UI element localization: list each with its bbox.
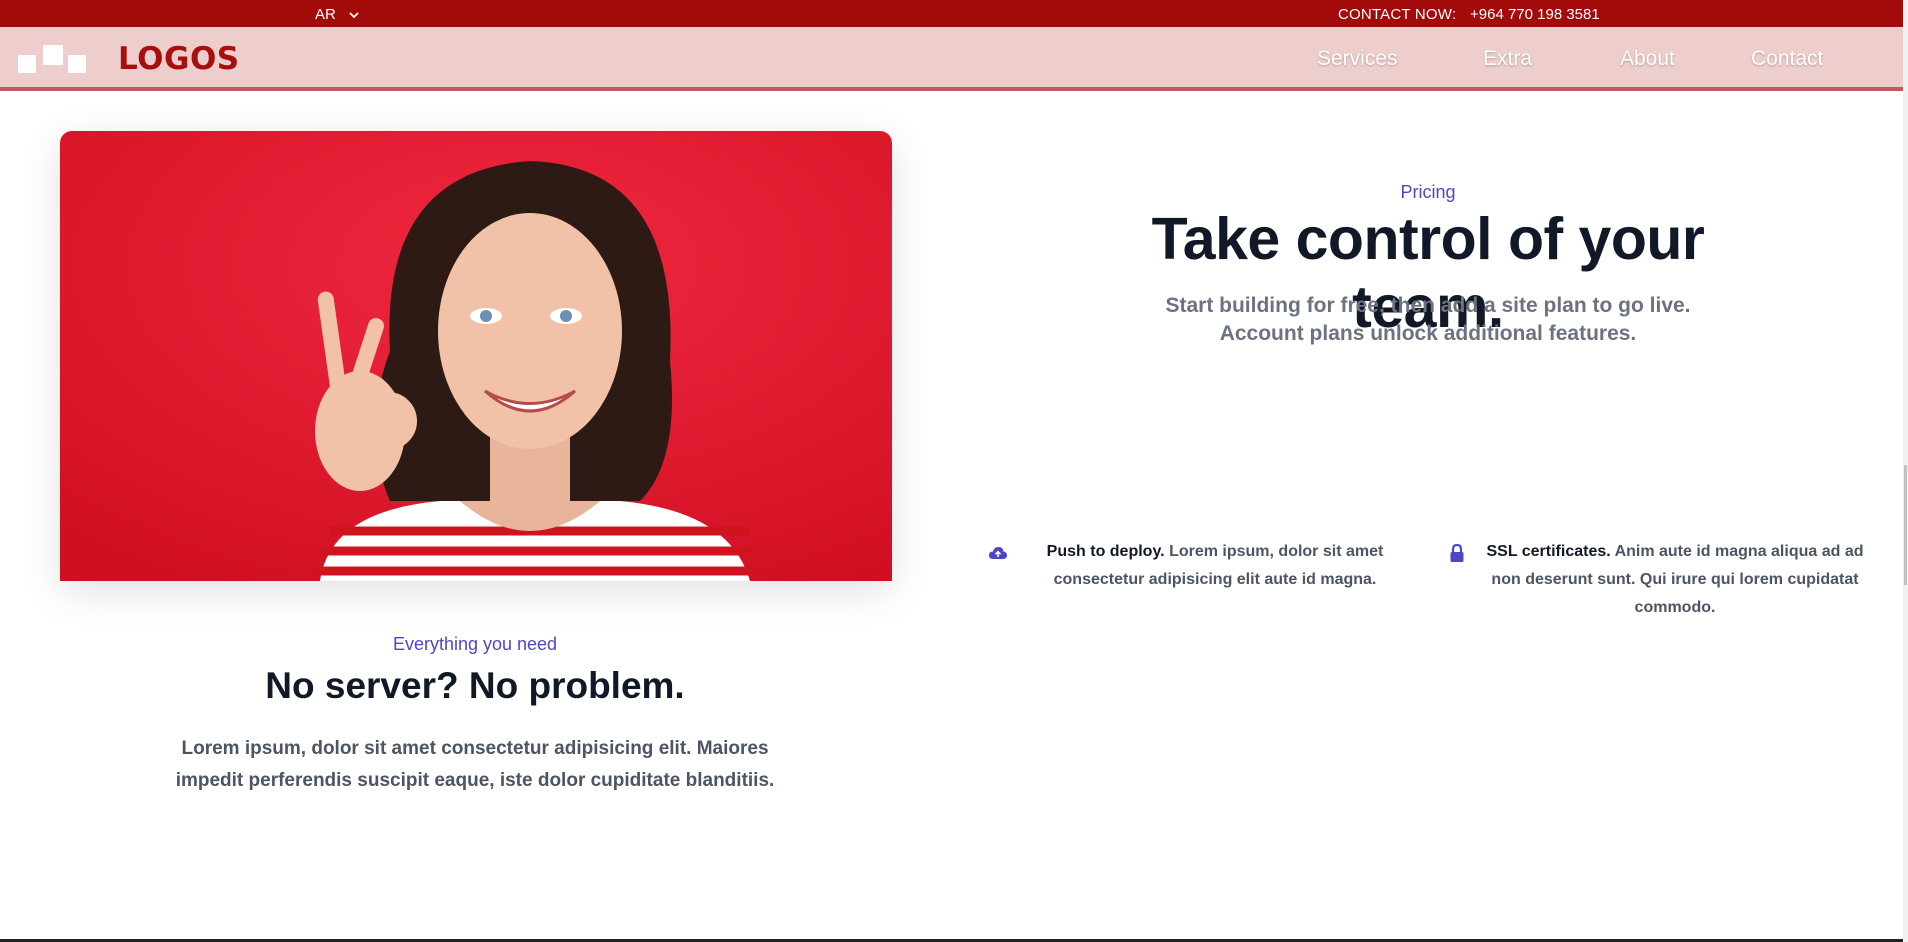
chevron-down-icon	[349, 11, 359, 18]
hero-image	[60, 131, 892, 581]
feature-push-to-deploy: Push to deploy. Lorem ipsum, dolor sit a…	[1030, 538, 1400, 594]
nav-extra[interactable]: Extra	[1483, 47, 1532, 71]
pricing-label: Pricing	[1400, 182, 1456, 202]
language-value: AR	[315, 6, 336, 23]
section-title: No server? No problem.	[265, 665, 685, 706]
site-header: LOGOS Services Extra About Contact	[0, 27, 1903, 91]
section-body: Lorem ipsum, dolor sit amet consectetur …	[175, 738, 775, 791]
pricing-subtitle-line1: Start building for free, then add a site…	[1165, 294, 1691, 317]
logo-mark-icon[interactable]	[18, 45, 90, 75]
contact-label: CONTACT NOW:	[1338, 6, 1457, 23]
contact-phone[interactable]: +964 770 198 3581	[1470, 6, 1600, 23]
lock-icon	[1450, 543, 1464, 562]
feature-title: Push to deploy.	[1046, 543, 1165, 560]
feature-title: SSL certificates.	[1486, 543, 1611, 560]
language-selector[interactable]: AR	[315, 6, 360, 23]
top-bar: AR CONTACT NOW: +964 770 198 3581	[0, 0, 1903, 27]
logo-text[interactable]: LOGOS	[118, 41, 240, 77]
nav-services[interactable]: Services	[1317, 47, 1398, 71]
hero-photo	[60, 131, 892, 581]
pricing-subtitle: Start building for free, then add a site…	[1110, 292, 1746, 348]
cloud-upload-icon	[989, 547, 1007, 559]
feature-ssl-certificates: SSL certificates. Anim aute id magna ali…	[1475, 538, 1875, 622]
nav-contact[interactable]: Contact	[1751, 47, 1823, 71]
section-label: Everything you need	[392, 634, 558, 654]
pricing-subtitle-line2: Account plans unlock additional features…	[1219, 322, 1637, 345]
scrollbar-thumb[interactable]	[1904, 465, 1907, 585]
nav-about[interactable]: About	[1620, 47, 1675, 71]
